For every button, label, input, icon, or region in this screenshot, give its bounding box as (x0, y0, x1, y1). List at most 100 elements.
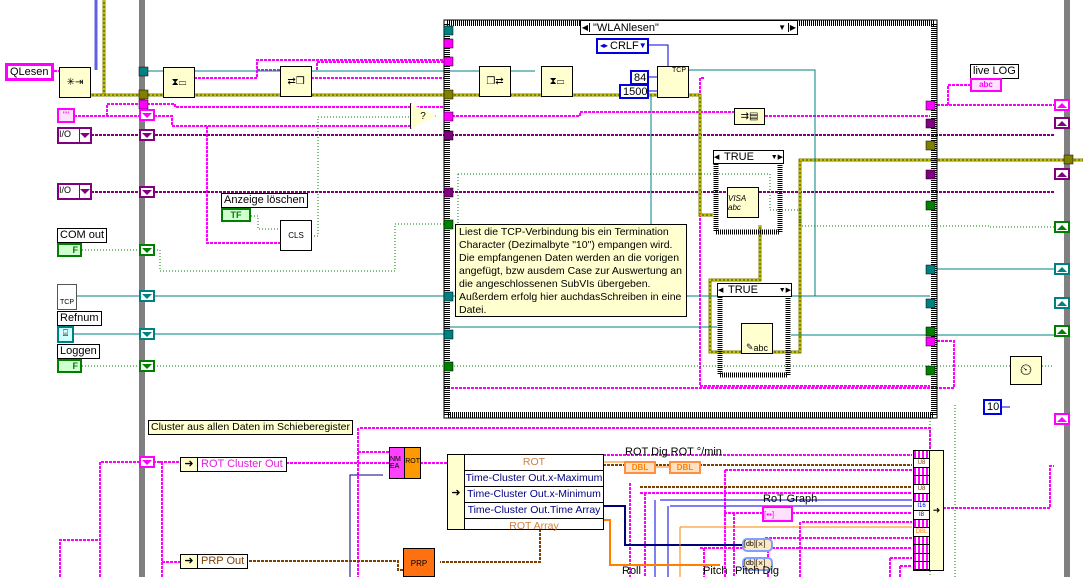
prp-subvi[interactable]: PRP (403, 548, 435, 577)
increment-icon[interactable]: ▶ (788, 23, 797, 32)
shift-register-left-visa-1[interactable] (139, 129, 155, 141)
arrow-icon: ➜ (932, 505, 941, 515)
shift-register-right-com[interactable] (1054, 221, 1070, 233)
dequeue-node[interactable]: ⧗▭ (163, 67, 195, 98)
dropdown-icon[interactable]: ▼ (778, 23, 788, 32)
decrement-icon[interactable]: ◀ (718, 286, 725, 294)
decrement-icon[interactable]: ◀ (581, 23, 590, 32)
variant-to-data-node[interactable]: ⇄❒ (280, 66, 312, 97)
bundle-input[interactable] (914, 561, 929, 570)
bytes-to-read-constant[interactable]: 84 (630, 70, 649, 85)
unbundle-row-rot-array[interactable]: ROT Array (465, 519, 603, 534)
data-to-variant-node[interactable]: ❒⇄ (479, 66, 511, 97)
dropdown-icon (79, 185, 90, 198)
shift-register-right-string[interactable] (1054, 99, 1070, 111)
visa-resource-control-2[interactable]: I/O (57, 183, 92, 200)
qlesen-control[interactable]: QLesen (5, 63, 54, 81)
bundle-input[interactable] (914, 545, 929, 554)
pitch-dig-label: Pitch Dig (735, 565, 780, 577)
com-out-control[interactable]: F (57, 243, 82, 257)
tcp-read-node[interactable]: TCP (657, 66, 689, 98)
rot-min-indicator[interactable]: DBL (669, 461, 701, 474)
bundle-input[interactable]: I16 (914, 501, 929, 511)
inner-case-2-selector[interactable]: ◀ TRUE ▼▶ (717, 283, 792, 297)
unbundle-row-time-array[interactable]: Time-Cluster Out.Time Array (465, 503, 603, 519)
wait-ms-node[interactable]: ⏲ (1010, 356, 1042, 385)
queue-icon: ✳⇥ (66, 77, 84, 88)
unbundle-row-rot[interactable]: ROT (465, 455, 603, 471)
shift-register-right-cluster[interactable] (1054, 413, 1070, 425)
shift-register-left-tcp[interactable] (139, 290, 155, 302)
bundle-input[interactable] (914, 476, 929, 485)
bundle-input[interactable] (914, 468, 929, 477)
shift-register-right-visa-2[interactable] (1054, 168, 1070, 180)
unbundle-by-name[interactable]: ➜ ROT Time-Cluster Out.x-Maximum Time-Cl… (447, 454, 604, 532)
anzeige-loeschen-local[interactable]: TF (221, 208, 251, 222)
bundle-inputs: U8 U8 I16 I8 DBL (914, 451, 930, 570)
string-convert-node[interactable]: ⇉▤ (734, 108, 765, 125)
timeout-constant[interactable]: 1500 (619, 84, 649, 99)
prp-out-local[interactable]: ➜ PRP Out (180, 554, 249, 569)
shift-register-right-visa-1[interactable] (1054, 117, 1070, 129)
bundle-input[interactable] (914, 451, 929, 460)
bundle-input[interactable] (914, 537, 929, 546)
increment-icon[interactable]: ▼▶ (771, 153, 783, 161)
shift-register-left-refnum[interactable] (139, 328, 155, 340)
refnum-control[interactable]: ⌸ (57, 326, 74, 343)
variant-icon: ❒⇄ (486, 76, 504, 87)
case-structure-border (444, 20, 937, 418)
bundle-input[interactable] (914, 519, 929, 529)
rot-dig-indicator[interactable]: DBL (624, 461, 656, 474)
file-refnum-icon: ⌸ (62, 328, 69, 338)
bundle-node[interactable]: U8 U8 I16 I8 DBL ➜ (913, 450, 944, 571)
rot-cluster-out-local[interactable]: ➜ ROT Cluster Out (180, 457, 287, 472)
tcp-open-icon[interactable]: TCP (57, 284, 77, 310)
roll-label: Roll (622, 565, 641, 577)
roll-graph-indicator[interactable]: [db][⨯] (742, 538, 773, 552)
bundle-input[interactable]: DBL (914, 528, 929, 538)
bundle-input[interactable]: U8 (914, 459, 929, 469)
shift-register-right-refnum[interactable] (1054, 297, 1070, 309)
case-selector[interactable]: ◀ "WLANlesen" ▼ ▶ (580, 20, 798, 35)
case-selector-value: "WLANlesen" (593, 21, 659, 34)
obtain-queue-node[interactable]: ✳⇥ (59, 67, 91, 98)
bundle-input[interactable] (914, 493, 929, 502)
rot-graph-indicator[interactable]: [▪▪] (762, 506, 793, 522)
enqueue-node[interactable]: ⧗▭ (541, 66, 573, 97)
crlf-value: CRLF (610, 40, 639, 52)
shift-register-left-string[interactable] (139, 109, 155, 121)
arrow-icon: ➜ (181, 458, 198, 471)
live-log-indicator[interactable]: abc (970, 78, 1002, 92)
nmea-rot-subvi[interactable]: NM EA ROT (389, 447, 421, 479)
loggen-control[interactable]: F (57, 359, 82, 373)
empty-string-constant[interactable]: "" (57, 108, 75, 123)
unbundle-row-x-minimum[interactable]: Time-Cluster Out.x-Minimum (465, 487, 603, 503)
prp-out-label: PRP Out (201, 555, 245, 567)
write-to-file-node[interactable]: ✎ abc (741, 323, 773, 354)
shift-register-left-cluster[interactable] (139, 456, 155, 468)
decrement-icon[interactable]: ◀ (714, 153, 721, 161)
pencil-icon: ✎ (745, 342, 754, 352)
visa-write-node[interactable]: VISA abc (727, 187, 759, 218)
rot-min-label: ROT °/min (670, 446, 722, 458)
shift-register-right-loggen[interactable] (1054, 325, 1070, 337)
shift-register-left-visa-2[interactable] (139, 186, 155, 198)
shift-register-left-com[interactable] (139, 244, 155, 256)
shift-register-right-tcp[interactable] (1054, 263, 1070, 275)
increment-icon[interactable]: ▼▶ (779, 286, 791, 294)
wait-ms-constant[interactable]: 10 (983, 399, 1002, 415)
bundle-input[interactable] (914, 553, 929, 562)
bundle-input[interactable]: U8 (914, 484, 929, 494)
unbundle-row-x-maximum[interactable]: Time-Cluster Out.x-Maximum (465, 471, 603, 487)
visa-wires (91, 134, 1054, 193)
visa-resource-control-1[interactable]: I/O (57, 127, 92, 144)
inner-case-1-selector[interactable]: ◀ TRUE ▼▶ (713, 150, 784, 164)
case-comment: Liest die TCP-Verbindung bis ein Termina… (455, 224, 687, 317)
variant-icon: ⇄❒ (287, 76, 305, 87)
shift-register-left-loggen[interactable] (139, 360, 155, 372)
bundle-input[interactable]: I8 (914, 510, 929, 520)
anzeige-loeschen-label: Anzeige löschen (221, 193, 308, 208)
cls-subvi[interactable]: CLS (280, 220, 312, 251)
crlf-constant[interactable]: ◂▸ CRLF ▼ (596, 38, 649, 54)
ring-icon: ◂▸ (600, 41, 609, 50)
